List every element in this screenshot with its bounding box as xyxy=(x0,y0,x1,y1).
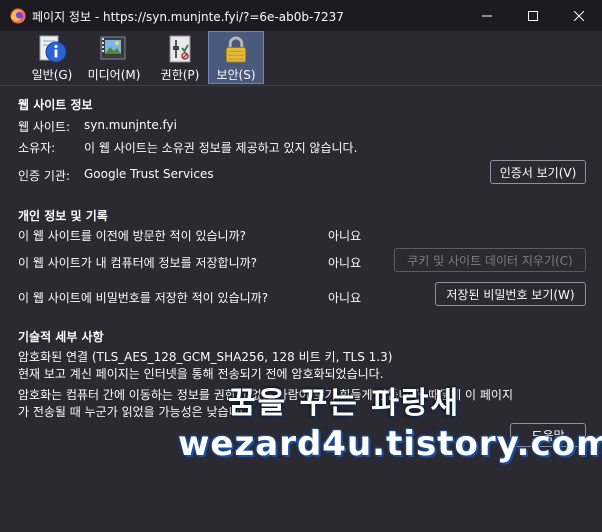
title-bar[interactable]: 페이지 정보 - https://syn.munjnte.fyi/?=6e-ab… xyxy=(0,0,602,31)
owner-value: 이 웹 사이트는 소유권 정보를 제공하고 있지 않습니다. xyxy=(84,141,358,155)
view-certificate-button[interactable]: 인증서 보기(V) xyxy=(490,160,586,184)
clear-cookies-button[interactable]: 쿠키 및 사이트 데이터 지우기(C) xyxy=(394,248,586,272)
maximize-icon xyxy=(528,10,538,21)
tab-security[interactable]: 보안(S) xyxy=(208,31,264,84)
tab-media[interactable]: 미디어(M) xyxy=(86,31,142,84)
website-heading: 웹 사이트 정보 xyxy=(18,98,93,112)
tab-general[interactable]: 일반(G) xyxy=(24,31,80,84)
privacy-answer-visited: 아니요 xyxy=(328,229,362,243)
website-label: 웹 사이트: xyxy=(18,120,71,134)
privacy-answer-passwords: 아니요 xyxy=(328,291,362,305)
tab-toolbar: 일반(G) 미디어(M) 권한(P) 보안(S) xyxy=(0,31,602,86)
security-panel: 웹 사이트 정보 웹 사이트: syn.munjnte.fyi 소유자: 이 웹… xyxy=(0,86,602,532)
privacy-question-passwords: 이 웹 사이트에 비밀번호를 저장한 적이 있습니까? xyxy=(18,291,269,305)
info-icon xyxy=(39,35,67,63)
privacy-question-stores-data: 이 웹 사이트가 내 컴퓨터에 정보를 저장합니까? xyxy=(18,256,258,270)
maximize-button[interactable] xyxy=(510,0,556,31)
verifier-value: Google Trust Services xyxy=(84,167,214,181)
privacy-answer-stores-data: 아니요 xyxy=(328,256,362,270)
close-button[interactable] xyxy=(556,0,602,31)
tab-general-label: 일반(G) xyxy=(31,68,73,82)
media-icon xyxy=(100,36,126,60)
tab-security-label: 보안(S) xyxy=(216,68,256,82)
verifier-label: 인증 기관: xyxy=(18,169,71,183)
privacy-question-visited: 이 웹 사이트를 이전에 방문한 적이 있습니까? xyxy=(18,229,246,243)
privacy-heading: 개인 정보 및 기록 xyxy=(18,209,108,223)
technical-description-3: 가 전송될 때 누군가 읽었을 가능성은 낮습니다. xyxy=(18,405,255,419)
watermark-title: 꿈을 꾸는 파랑새 xyxy=(228,386,461,421)
minimize-icon xyxy=(482,15,492,16)
website-value: syn.munjnte.fyi xyxy=(84,118,177,132)
view-saved-passwords-button[interactable]: 저장된 비밀번호 보기(W) xyxy=(435,282,586,306)
minimize-button[interactable] xyxy=(464,0,510,31)
window-title: 페이지 정보 - https://syn.munjnte.fyi/?=6e-ab… xyxy=(32,10,344,24)
close-icon xyxy=(574,10,584,21)
technical-encryption: 암호화된 연결 (TLS_AES_128_GCM_SHA256, 128 비트 … xyxy=(18,350,393,364)
lock-icon xyxy=(225,36,247,63)
firefox-icon xyxy=(10,8,26,24)
tab-media-label: 미디어(M) xyxy=(87,68,141,82)
technical-heading: 기술적 세부 사항 xyxy=(18,330,104,344)
owner-label: 소유자: xyxy=(18,141,56,155)
permissions-icon xyxy=(169,35,191,63)
tab-permissions[interactable]: 권한(P) xyxy=(152,31,208,84)
tab-permissions-label: 권한(P) xyxy=(160,68,200,82)
watermark-url: wezard4u.tistory.com xyxy=(178,424,602,464)
